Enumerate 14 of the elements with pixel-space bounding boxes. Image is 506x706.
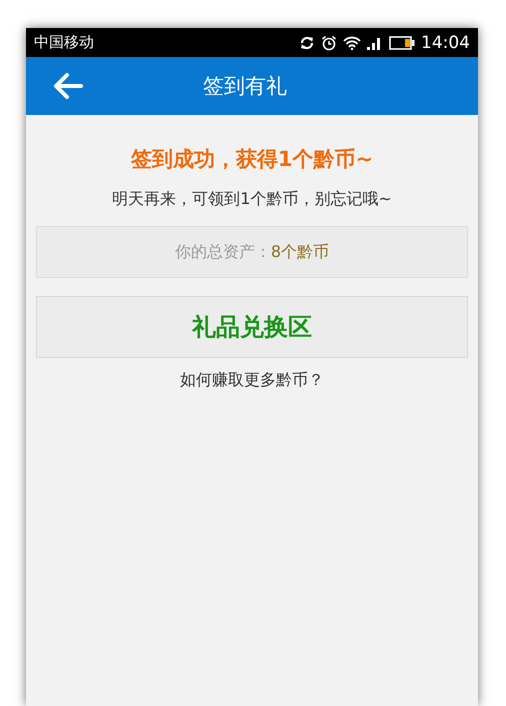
battery-icon — [389, 36, 415, 50]
success-message: 签到成功，获得1个黔币~ — [130, 146, 374, 173]
sync-icon — [299, 36, 315, 50]
earn-more-link[interactable]: 如何赚取更多黔币？ — [180, 370, 324, 391]
carrier-name: 中国移动 — [34, 33, 94, 52]
assets-label: 你的总资产： — [174, 242, 271, 262]
wifi-icon — [343, 36, 361, 50]
signal-icon — [367, 36, 383, 50]
assets-value: 8个黔币 — [270, 242, 330, 262]
clock-time: 14:04 — [421, 32, 470, 52]
reminder-text: 明天再来，可领到1个黔币，别忘记哦~ — [111, 189, 393, 210]
back-arrow-icon[interactable] — [53, 73, 83, 99]
alarm-icon — [321, 34, 337, 50]
page-title: 签到有礼 — [203, 73, 287, 100]
